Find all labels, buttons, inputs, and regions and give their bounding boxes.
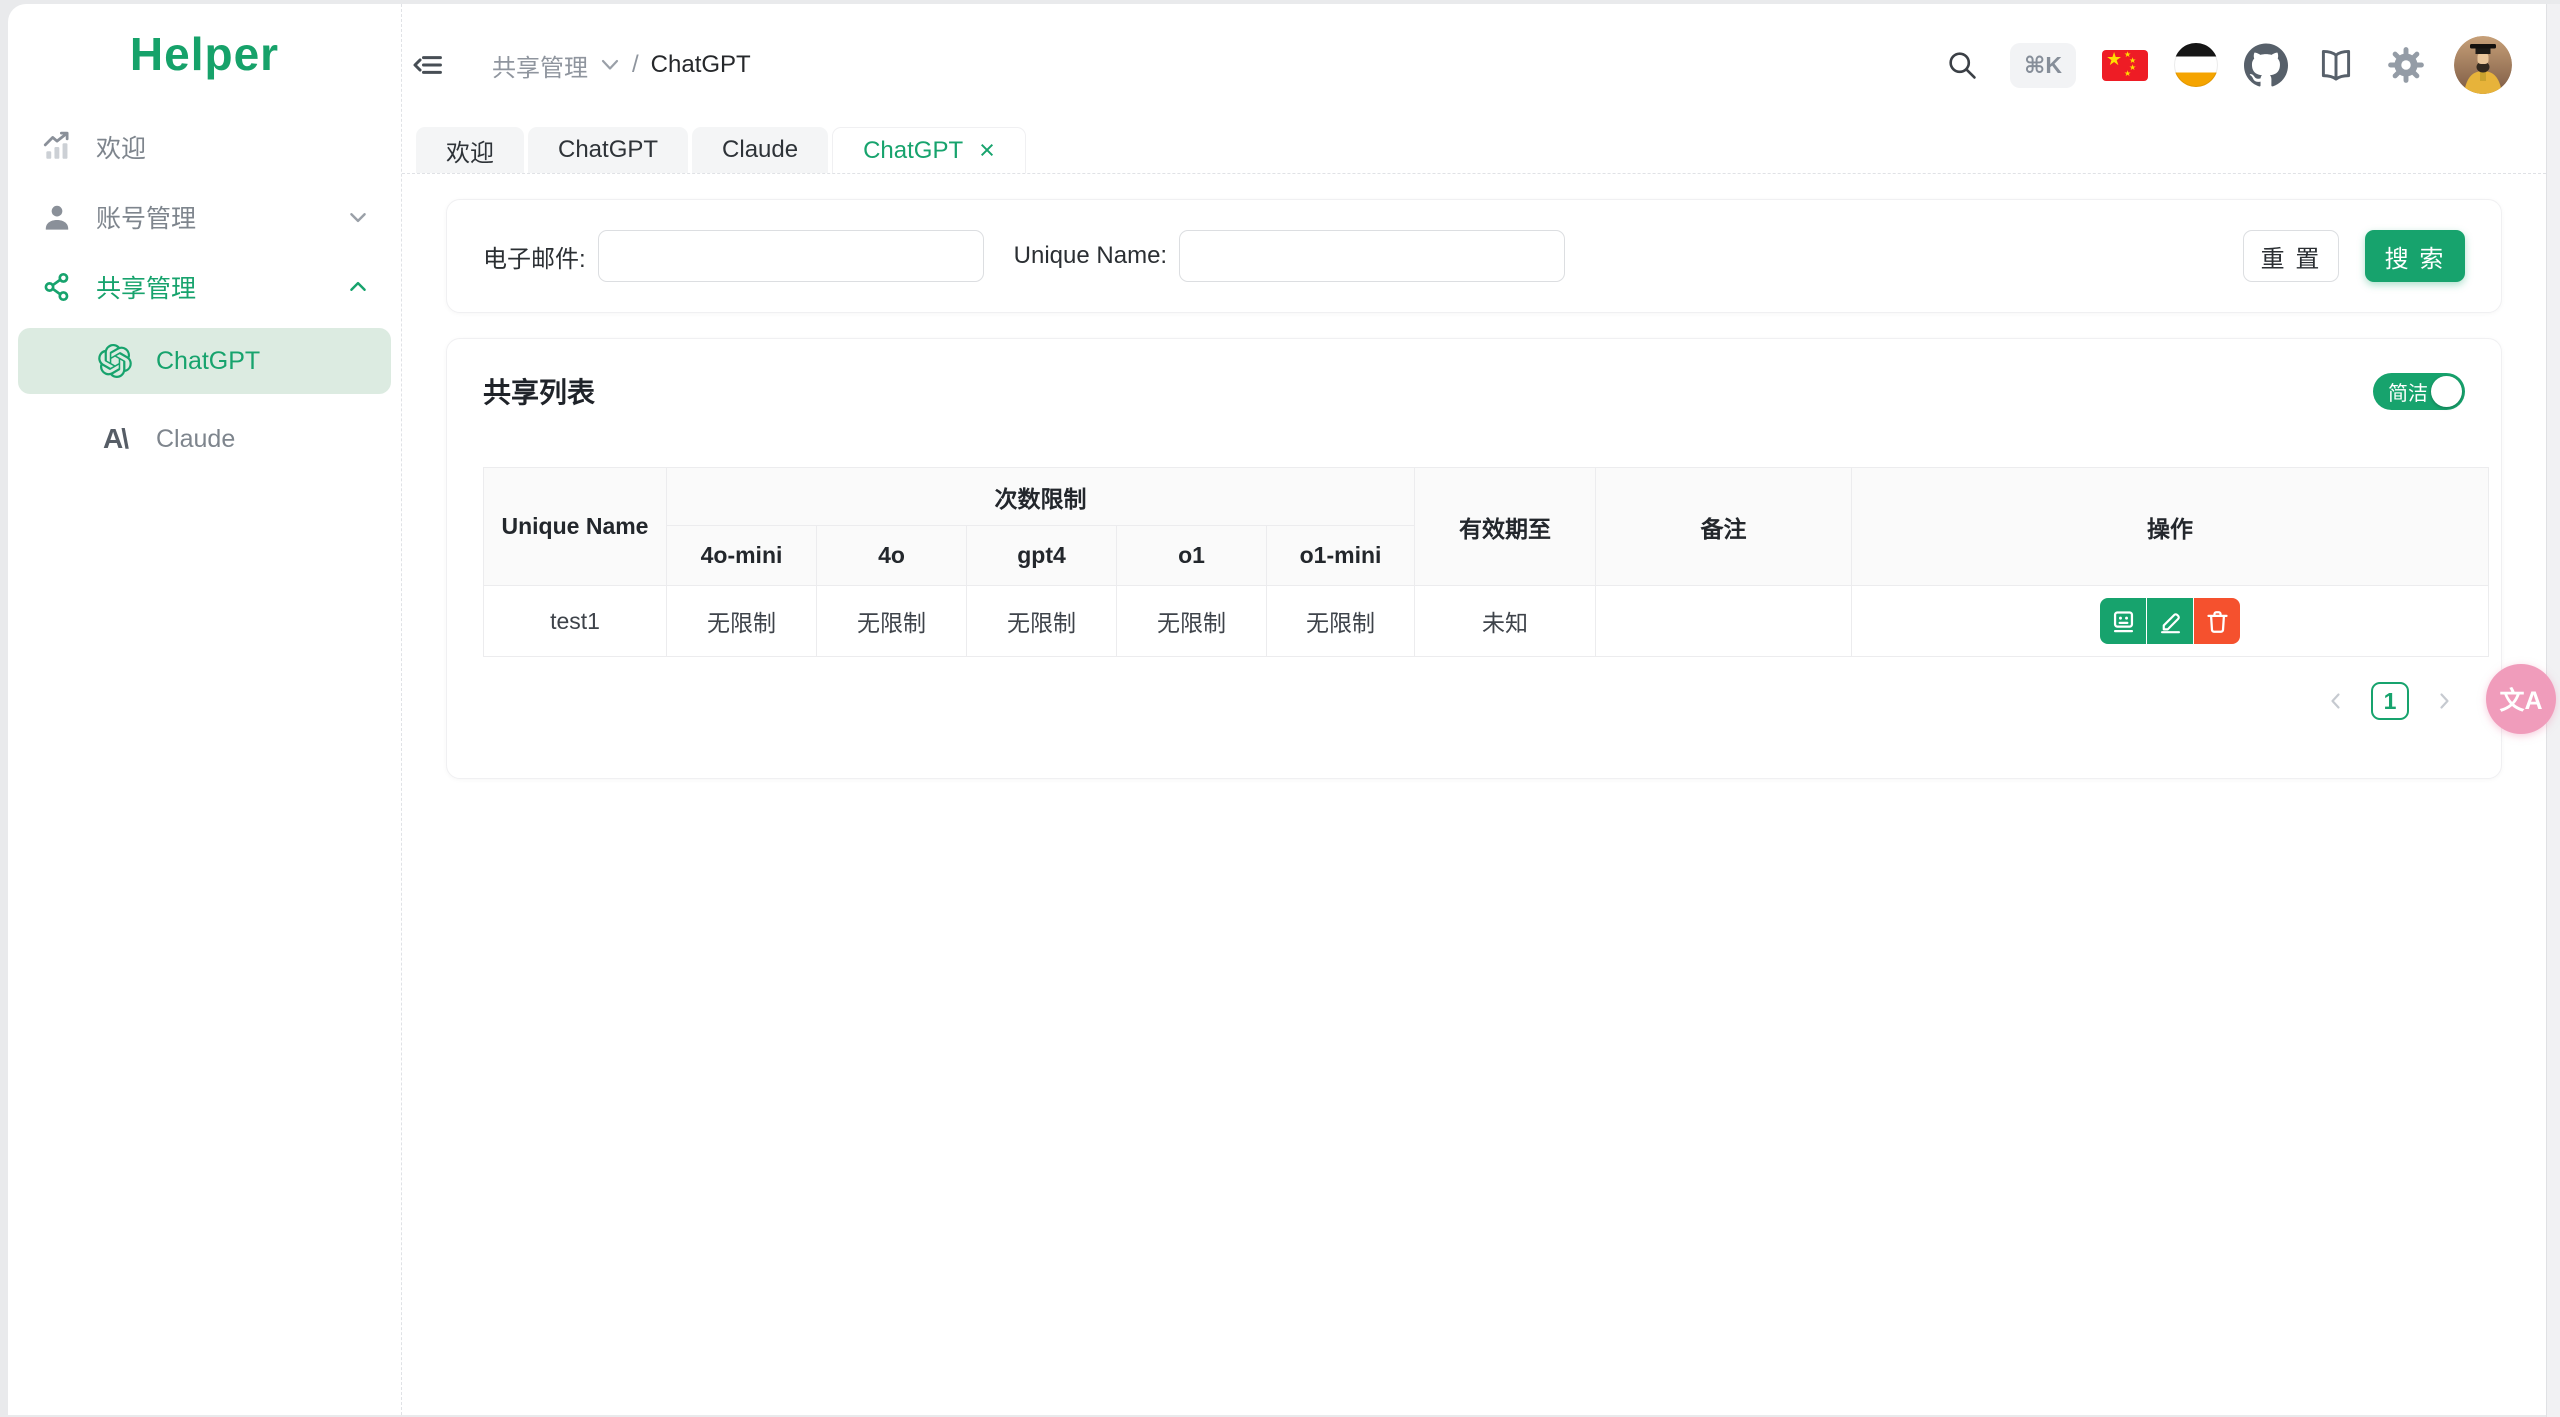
sidebar-menu: 欢迎 账号管理 共享管理 ChatGPT A\ Claude — [8, 104, 401, 472]
toggle-label: 简洁 — [2388, 382, 2428, 405]
list-title: 共享列表 — [483, 377, 596, 408]
page-number[interactable]: 1 — [2371, 682, 2409, 720]
sidebar-item-label: Claude — [156, 424, 236, 453]
docs-book-icon[interactable] — [2314, 43, 2358, 87]
edit-pencil-icon — [2160, 612, 2180, 633]
cell-unique-name: test1 — [483, 585, 667, 657]
cell-remark — [1595, 585, 1853, 657]
user-avatar[interactable] — [2454, 36, 2512, 94]
tab-bar: 欢迎 ChatGPT Claude ChatGPT × — [402, 126, 2546, 174]
cell-limit-o1-mini: 无限制 — [1265, 585, 1416, 657]
list-header: 共享列表 简洁 — [483, 369, 2465, 413]
brand-logo: Helper — [129, 28, 280, 80]
unique-name-label: Unique Name: — [1013, 242, 1168, 269]
trash-icon — [2206, 610, 2228, 633]
tab-welcome[interactable]: 欢迎 — [416, 127, 524, 173]
col-header-4o: 4o — [816, 525, 967, 586]
delete-button[interactable] — [2194, 598, 2241, 644]
sidebar-item-claude[interactable]: A\ Claude — [18, 406, 391, 472]
row-action-group — [2100, 598, 2241, 644]
breadcrumb-current: ChatGPT — [650, 51, 751, 78]
col-header-unique-name: Unique Name — [483, 467, 667, 586]
sidebar-item-label: 账号管理 — [96, 205, 197, 233]
col-header-o1-mini: o1-mini — [1265, 525, 1416, 586]
trend-chart-icon — [40, 130, 74, 164]
share-nodes-icon — [40, 270, 74, 304]
cell-limit-4o: 无限制 — [816, 585, 967, 657]
email-field-group: 电子邮件: — [483, 230, 984, 282]
table-row: test1 无限制 无限制 无限制 无限制 无限制 未知 — [483, 585, 2490, 657]
col-header-o1: o1 — [1116, 525, 1267, 586]
user-icon — [40, 200, 74, 234]
sidebar-collapse-icon[interactable] — [406, 43, 450, 87]
col-header-gpt4: gpt4 — [966, 525, 1117, 586]
unique-name-field-group: Unique Name: — [1013, 230, 1566, 282]
language-flag-icon[interactable]: ★ ★ ★ ★ ★ — [2102, 49, 2148, 81]
openai-icon — [98, 344, 132, 379]
email-label: 电子邮件: — [483, 245, 586, 273]
tab-claude[interactable]: Claude — [692, 127, 829, 173]
cell-valid-until: 未知 — [1414, 585, 1597, 657]
page-content: 电子邮件: Unique Name: 重 置 搜 索 共享列表 简洁 Uniqu… — [402, 174, 2546, 1415]
translate-float-button[interactable]: 文A — [2486, 664, 2556, 734]
keyboard-shortcut-badge[interactable]: ⌘K — [2010, 42, 2076, 88]
breadcrumb: 共享管理 / ChatGPT — [492, 48, 751, 83]
pagination: 1 — [483, 682, 2465, 720]
reset-button[interactable]: 重 置 — [2243, 230, 2339, 282]
sidebar-item-label: ChatGPT — [156, 346, 261, 375]
sidebar-item-share-management[interactable]: 共享管理 — [18, 258, 391, 316]
main-area: 共享管理 / ChatGPT ⌘K ★ ★ ★ ★ ★ 欢迎 ChatGPT C… — [402, 4, 2546, 1415]
open-session-button[interactable] — [2100, 598, 2147, 644]
cell-limit-o1: 无限制 — [1116, 585, 1267, 657]
theme-circle-icon[interactable] — [2174, 43, 2218, 87]
sidebar-item-label: 欢迎 — [96, 135, 147, 163]
search-icon[interactable] — [1940, 43, 1984, 87]
next-page-icon[interactable] — [2425, 682, 2463, 720]
col-header-remark: 备注 — [1595, 467, 1853, 586]
settings-gear-icon[interactable] — [2384, 43, 2428, 87]
compact-mode-toggle[interactable]: 简洁 — [2373, 372, 2465, 410]
prev-page-icon[interactable] — [2317, 682, 2355, 720]
cell-actions — [1851, 585, 2490, 657]
share-table: Unique Name 次数限制 有效期至 备注 操作 4o-mini 4o g… — [483, 467, 2490, 657]
app-window: Helper 欢迎 账号管理 共享管理 ChatGPT A\ Claude 共享… — [8, 4, 2546, 1415]
col-header-4o-mini: 4o-mini — [666, 525, 817, 586]
search-button[interactable]: 搜 索 — [2365, 230, 2465, 282]
header-actions: ⌘K ★ ★ ★ ★ ★ — [1940, 36, 2512, 94]
top-bar: 共享管理 / ChatGPT ⌘K ★ ★ ★ ★ ★ — [402, 4, 2546, 126]
sidebar-item-label: 共享管理 — [96, 275, 197, 303]
chevron-down-icon — [600, 51, 620, 79]
chevron-up-icon — [347, 276, 369, 298]
close-icon[interactable]: × — [979, 137, 995, 164]
sidebar-item-accounts[interactable]: 账号管理 — [18, 188, 391, 246]
sidebar-item-chatgpt[interactable]: ChatGPT — [18, 328, 391, 394]
sidebar-item-welcome[interactable]: 欢迎 — [18, 118, 391, 176]
col-header-limits-group: 次数限制 — [665, 467, 1416, 526]
form-actions: 重 置 搜 索 — [2243, 230, 2465, 282]
toggle-knob — [2431, 375, 2462, 407]
breadcrumb-separator: / — [632, 51, 639, 78]
sidebar: Helper 欢迎 账号管理 共享管理 ChatGPT A\ Claude — [8, 4, 402, 1415]
tab-chatgpt-active[interactable]: ChatGPT × — [832, 127, 1026, 173]
translate-icon: 文A — [2499, 687, 2543, 715]
email-input[interactable] — [597, 230, 984, 282]
unique-name-input[interactable] — [1179, 230, 1566, 282]
col-header-valid-until: 有效期至 — [1414, 467, 1597, 586]
col-header-actions: 操作 — [1851, 467, 2490, 586]
cell-limit-gpt4: 无限制 — [966, 585, 1117, 657]
anthropic-icon: A\ — [103, 423, 129, 454]
share-list-card: 共享列表 简洁 Unique Name 次数限制 有效期至 备注 操作 4o-m… — [446, 338, 2502, 779]
search-filter-card: 电子邮件: Unique Name: 重 置 搜 索 — [446, 199, 2502, 313]
github-icon[interactable] — [2244, 43, 2288, 87]
tab-chatgpt-menu[interactable]: ChatGPT — [528, 127, 689, 173]
chevron-down-icon — [347, 206, 369, 228]
cell-limit-4o-mini: 无限制 — [666, 585, 817, 657]
breadcrumb-parent[interactable]: 共享管理 — [492, 48, 588, 83]
edit-button[interactable] — [2147, 598, 2194, 644]
